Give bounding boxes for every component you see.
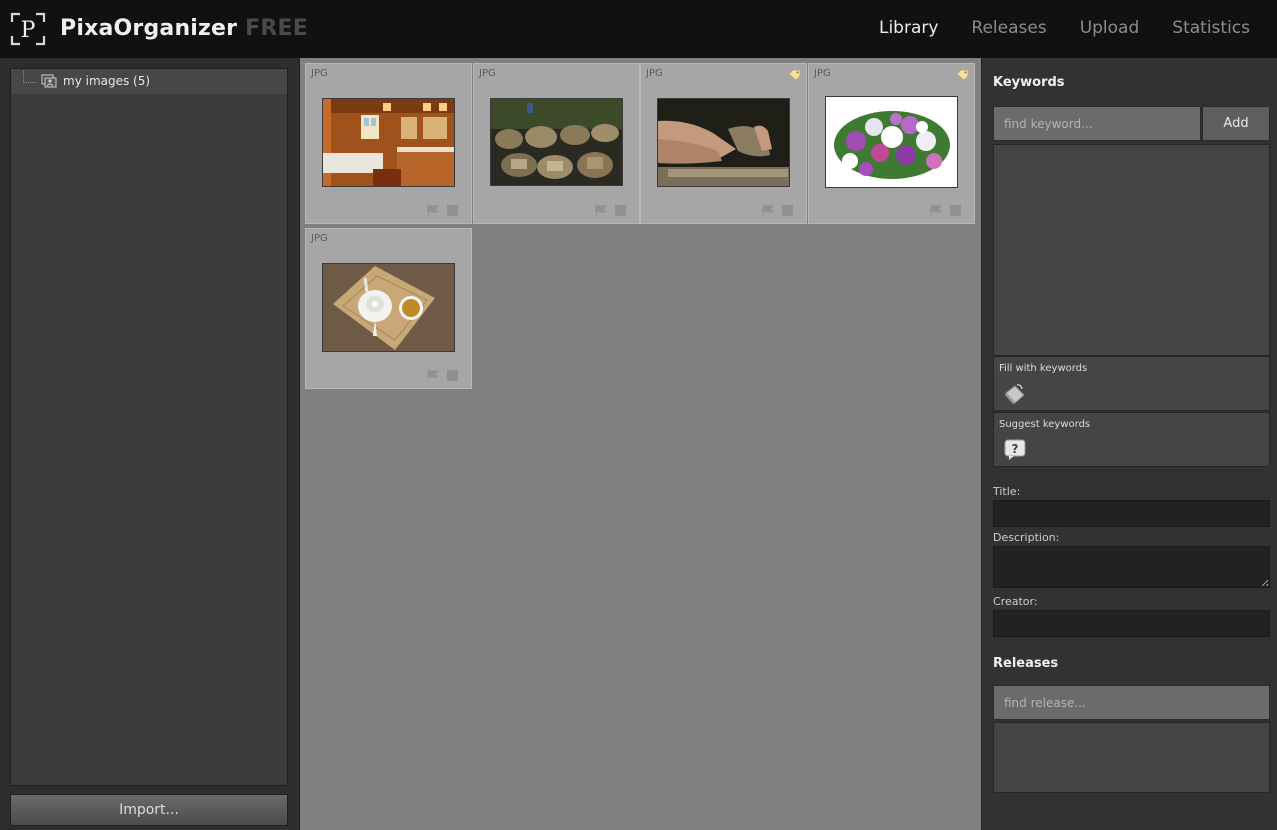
file-type-label: JPG [479, 68, 496, 79]
image-card[interactable]: JPG [473, 63, 640, 224]
keyword-tag-icon [788, 69, 801, 80]
images-folder-icon [41, 74, 57, 88]
svg-text:?: ? [1012, 442, 1019, 456]
title-field[interactable] [993, 500, 1270, 527]
select-checkbox[interactable] [615, 205, 626, 216]
svg-text:P: P [21, 18, 36, 43]
select-checkbox[interactable] [447, 370, 458, 381]
suggest-keywords-label: Suggest keywords [999, 419, 1091, 430]
library-sidebar: my images (5) Import... [0, 58, 300, 830]
thumbnail-image [323, 264, 454, 351]
file-type-label: JPG [646, 68, 663, 79]
description-label: Description: [993, 531, 1060, 544]
image-card[interactable]: JPG [640, 63, 807, 224]
image-grid: JPG JPG JPG JPG JPG [300, 58, 981, 830]
creator-label: Creator: [993, 595, 1038, 608]
app-title: PixaOrganizer FREE [60, 16, 308, 41]
folder-tree: my images (5) [10, 68, 288, 786]
nav-library[interactable]: Library [879, 18, 938, 38]
file-type-label: JPG [311, 233, 328, 244]
select-checkbox[interactable] [447, 205, 458, 216]
question-bubble-icon[interactable]: ? [1003, 439, 1027, 461]
file-type-label: JPG [311, 68, 328, 79]
folder-item-my-images[interactable]: my images (5) [11, 69, 287, 94]
select-checkbox[interactable] [782, 205, 793, 216]
add-keyword-button[interactable]: Add [1202, 106, 1270, 141]
file-type-label: JPG [814, 68, 831, 79]
thumbnail-clay-pottery[interactable] [490, 98, 623, 186]
app-edition: FREE [245, 16, 308, 41]
image-card[interactable]: JPG [808, 63, 975, 224]
flag-icon[interactable] [595, 205, 608, 216]
image-card[interactable]: JPG [305, 63, 472, 224]
thumbnail-image [658, 99, 789, 186]
title-label: Title: [993, 485, 1021, 498]
tree-connector [23, 71, 37, 83]
flag-icon[interactable] [427, 205, 440, 216]
nav-upload[interactable]: Upload [1080, 18, 1140, 38]
thumbnail-teapot-on-mat[interactable] [322, 263, 455, 352]
keyword-list[interactable] [993, 144, 1270, 356]
releases-heading: Releases [993, 656, 1059, 671]
thumbnail-wooden-bathroom[interactable] [322, 98, 455, 187]
nav-statistics[interactable]: Statistics [1172, 18, 1250, 38]
folder-label: my images (5) [63, 74, 151, 88]
app-name: PixaOrganizer [60, 16, 238, 41]
description-field[interactable] [993, 546, 1270, 588]
fill-keywords-label: Fill with keywords [999, 363, 1088, 374]
keywords-heading: Keywords [993, 75, 1065, 90]
image-card[interactable]: JPG [305, 228, 472, 389]
thumbnail-image [323, 99, 454, 186]
nav-releases[interactable]: Releases [971, 18, 1046, 38]
flag-icon[interactable] [427, 370, 440, 381]
thumbnail-flower-bouquet[interactable] [825, 96, 958, 188]
thumbnail-potter-hands[interactable] [657, 98, 790, 187]
thumbnail-image [826, 97, 957, 187]
flag-icon[interactable] [930, 205, 943, 216]
properties-panel: Keywords Add Fill with keywords Suggest … [981, 58, 1277, 830]
release-search-input[interactable] [993, 685, 1270, 720]
suggest-keywords-panel: Suggest keywords ? [993, 412, 1270, 467]
keyword-tag-icon [956, 69, 969, 80]
fill-keywords-panel: Fill with keywords [993, 356, 1270, 411]
release-list[interactable] [993, 722, 1270, 793]
creator-field[interactable] [993, 610, 1270, 637]
thumbnail-image [491, 99, 622, 185]
flag-icon[interactable] [762, 205, 775, 216]
keyword-search-input[interactable] [993, 106, 1201, 141]
app-header: P PixaOrganizer FREE Library Releases Up… [0, 0, 1277, 58]
app-logo-icon: P [10, 12, 46, 46]
main-nav: Library Releases Upload Statistics [879, 18, 1250, 38]
fill-bucket-icon[interactable] [1003, 383, 1027, 405]
select-checkbox[interactable] [950, 205, 961, 216]
import-button[interactable]: Import... [10, 794, 288, 826]
